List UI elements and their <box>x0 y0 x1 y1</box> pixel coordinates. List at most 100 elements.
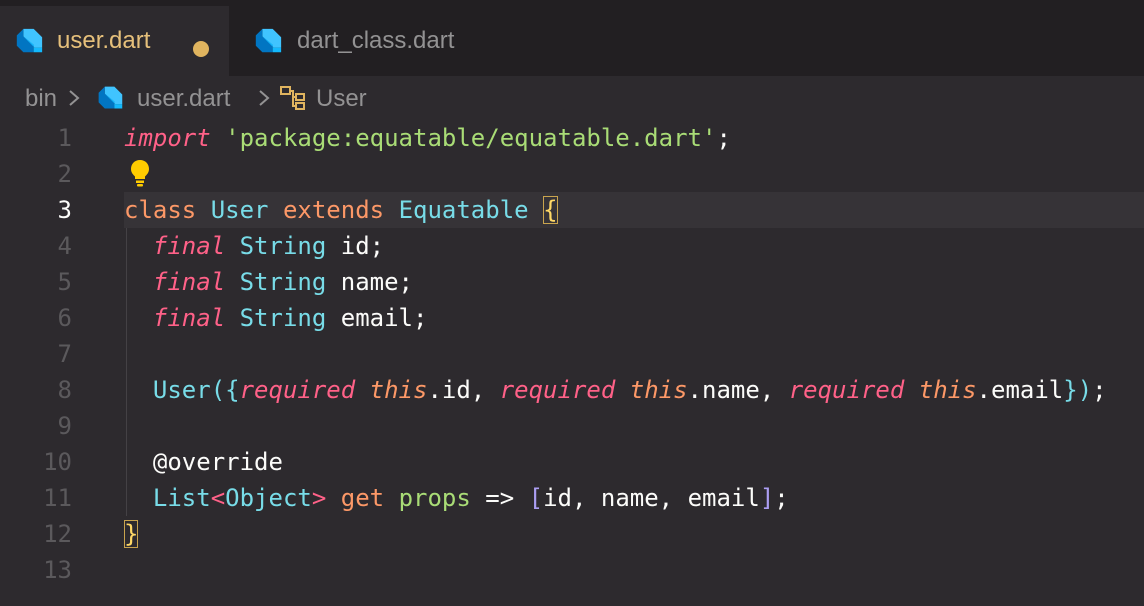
code-line[interactable]: 9 <box>0 408 1144 444</box>
indent-guide <box>126 336 127 372</box>
code-line[interactable]: 6 final String email; <box>0 300 1144 336</box>
code-text: User({required this.id, required this.na… <box>124 372 1107 408</box>
code-token: => <box>470 484 529 512</box>
code-text: class User extends Equatable { <box>124 192 558 228</box>
line-number: 11 <box>43 484 72 512</box>
code-token: Equatable <box>398 196 529 224</box>
code-token: id, name, email <box>543 484 760 512</box>
code-token: this <box>369 376 428 404</box>
code-text: List<Object> get props => [id, name, ema… <box>124 480 789 516</box>
line-number: 6 <box>57 304 72 332</box>
code-editor[interactable]: 1 import 'package:equatable/equatable.dar… <box>0 120 1144 606</box>
code-token: > <box>311 484 327 512</box>
tab-bar: user.dart dart_class.dart <box>0 6 1144 76</box>
code-token: } <box>124 520 139 548</box>
code-token: String <box>239 268 327 296</box>
code-line[interactable]: 2 <box>0 156 1144 192</box>
line-number: 9 <box>57 412 72 440</box>
dart-file-icon <box>16 28 43 53</box>
code-text: final String email; <box>124 300 428 336</box>
code-line[interactable]: 8 User({required this.id, required this.… <box>0 372 1144 408</box>
chevron-right-icon <box>259 90 270 106</box>
line-number: 4 <box>57 232 72 260</box>
code-token: final <box>152 232 226 260</box>
line-number: 12 <box>43 520 72 548</box>
code-token: List <box>152 484 211 512</box>
code-token: email; <box>326 304 428 332</box>
code-token: User <box>152 376 211 404</box>
code-token: ] <box>759 484 775 512</box>
code-token: required <box>499 376 616 404</box>
code-token: ; <box>716 124 731 152</box>
code-token: .email <box>976 376 1064 404</box>
tab-dart-class-dart[interactable]: dart_class.dart <box>231 6 511 76</box>
chevron-right-icon <box>69 90 80 106</box>
editor-window: user.dart dart_class.dart bin user.dart <box>0 0 1144 606</box>
breadcrumb: bin user.dart User <box>0 76 1144 120</box>
code-line[interactable]: 4 final String id; <box>0 228 1144 264</box>
code-token: @override <box>152 448 283 476</box>
breadcrumb-file[interactable]: user.dart <box>137 85 230 113</box>
code-token: id; <box>326 232 385 260</box>
unsaved-changes-dot-icon[interactable] <box>193 41 209 57</box>
code-token: class <box>124 196 197 224</box>
code-token: final <box>152 304 226 332</box>
code-token: required <box>239 376 356 404</box>
tab-label: user.dart <box>57 27 151 54</box>
line-number: 7 <box>57 340 72 368</box>
code-text: } <box>124 516 139 552</box>
breadcrumb-symbol[interactable]: User <box>316 85 367 113</box>
line-number: 5 <box>57 268 72 296</box>
code-text: final String name; <box>124 264 413 300</box>
code-line[interactable]: 12} <box>0 516 1144 552</box>
dart-file-icon <box>255 28 282 53</box>
line-number: 13 <box>43 556 72 584</box>
code-token: props <box>398 484 471 512</box>
code-token: required <box>788 376 905 404</box>
code-line[interactable]: 10 @override <box>0 444 1144 480</box>
code-token: String <box>239 304 327 332</box>
code-token: final <box>152 268 226 296</box>
code-token: get <box>340 484 385 512</box>
code-line[interactable]: 5 final String name; <box>0 264 1144 300</box>
tab-label: dart_class.dart <box>297 27 455 54</box>
tab-user-dart[interactable]: user.dart <box>0 6 229 76</box>
code-token: User <box>210 196 269 224</box>
class-symbol-icon <box>280 86 305 110</box>
code-token: this <box>629 376 688 404</box>
code-line[interactable]: 3 class User extends Equatable { <box>0 192 1144 228</box>
code-line[interactable]: 11 List<Object> get props => [id, name, … <box>0 480 1144 516</box>
code-token: { <box>543 196 558 224</box>
line-number: 3 <box>57 196 72 224</box>
code-token: name; <box>326 268 414 296</box>
code-line[interactable]: 13 <box>0 552 1144 588</box>
code-line[interactable]: 1 import 'package:equatable/equatable.dar… <box>0 120 1144 156</box>
code-token: { <box>225 376 240 404</box>
code-token: < <box>210 484 226 512</box>
code-text: final String id; <box>124 228 384 264</box>
code-token: } <box>1063 376 1078 404</box>
line-number: 10 <box>43 448 72 476</box>
code-token: extends <box>282 196 385 224</box>
code-line[interactable]: 7 <box>0 336 1144 372</box>
code-token: ( <box>210 376 226 404</box>
breadcrumb-folder[interactable]: bin <box>25 85 57 113</box>
code-token: import <box>124 124 211 152</box>
line-number: 1 <box>57 124 72 152</box>
code-text: import 'package:equatable/equatable.dart… <box>124 120 731 156</box>
line-number: 8 <box>57 376 72 404</box>
